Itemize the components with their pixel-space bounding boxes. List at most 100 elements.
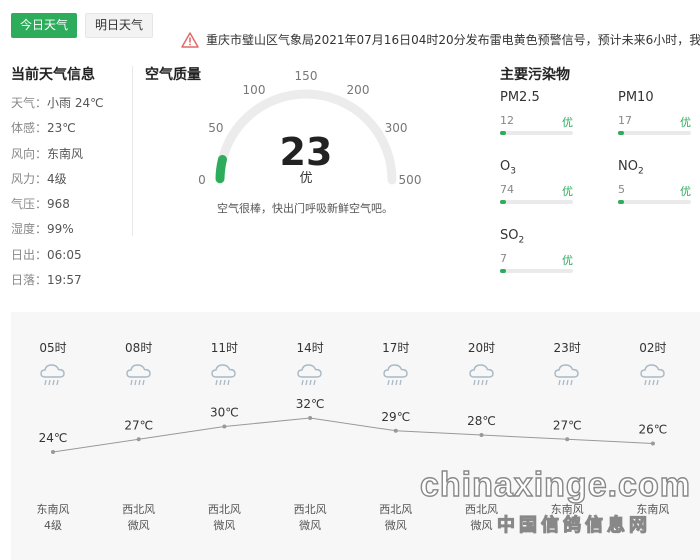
wind-level: 4级 <box>44 519 62 532</box>
info-key: 风向： <box>11 146 48 161</box>
hour-wind: 西北风 微风 <box>94 502 184 534</box>
hour-time: 17时 <box>382 341 410 355</box>
pollutant-bar <box>500 131 573 135</box>
wind-level: 微风 <box>213 519 236 532</box>
temperature-point <box>51 450 55 454</box>
pollutant-item: PM2.5 12 优 <box>500 90 573 135</box>
air-quality-title: 空气质量 <box>145 67 201 83</box>
gauge-scale-label: 300 <box>385 121 408 135</box>
info-row: 湿度：99% <box>11 221 104 246</box>
hour-time: 20时 <box>467 341 496 355</box>
pollutant-bar <box>618 200 691 204</box>
hour-time: 05时 <box>39 341 67 355</box>
pollutant-item: SO2 7 优 <box>500 228 573 273</box>
info-value: 06:05 <box>47 247 82 262</box>
info-value: 4级 <box>47 171 67 186</box>
rain-cloud-icon <box>125 364 151 386</box>
wind-level: 微风 <box>384 519 407 532</box>
hour-time: 23时 <box>553 341 581 355</box>
gauge-scale-label: 100 <box>243 83 266 97</box>
pollutant-bar-fill <box>618 200 624 204</box>
pollutant-value: 7 <box>500 252 507 265</box>
info-row: 日出：06:05 <box>11 247 104 272</box>
temperature-label: 24℃ <box>39 431 68 445</box>
info-value: 东南风 <box>47 146 84 161</box>
temperature-point <box>479 433 484 437</box>
hour-wind: 东南风 4级 <box>8 502 98 534</box>
warning-triangle-icon <box>181 31 199 48</box>
info-value: 小雨 24℃ <box>47 96 104 110</box>
temperature-label: 30℃ <box>210 406 239 420</box>
temperature-label: 27℃ <box>553 418 582 432</box>
pollutant-value: 17 <box>618 114 632 127</box>
pollutant-level: 优 <box>680 116 691 129</box>
tab-tomorrow[interactable]: 明日天气 <box>85 13 154 38</box>
gauge-fill <box>215 154 227 184</box>
pollutant-value: 12 <box>500 114 514 127</box>
info-row: 风向：东南风 <box>11 146 104 171</box>
temperature-label: 32℃ <box>296 397 325 411</box>
info-key: 风力： <box>11 171 48 186</box>
pollutant-bar <box>618 131 691 135</box>
pollutant-value: 74 <box>500 183 514 196</box>
aqi-gauge: 0 50 100 150 200 300 500 23优 <box>198 70 422 187</box>
info-row: 风力：4级 <box>11 171 104 196</box>
watermark-cn: 中国信鸽信息网 <box>497 515 651 537</box>
info-row: 天气：小雨 24℃ <box>11 95 104 120</box>
info-row: 体感：23℃ <box>11 120 104 145</box>
pollutant-bar <box>500 269 573 273</box>
aqi-level: 优 <box>299 171 312 186</box>
pollutant-value: 5 <box>618 183 625 196</box>
info-row: 气压：968 <box>11 196 104 221</box>
wind-level: 微风 <box>299 519 322 532</box>
tab-today[interactable]: 今日天气 <box>11 13 78 38</box>
gauge-scale-label: 0 <box>198 173 206 187</box>
rain-cloud-icon <box>554 364 579 386</box>
info-key: 湿度： <box>11 222 48 237</box>
rain-cloud-icon <box>640 364 665 386</box>
current-weather-title: 当前天气信息 <box>11 67 95 83</box>
current-weather-list: 天气：小雨 24℃ 体感：23℃ 风向：东南风 风力：4级 气压：968 湿度：99% 日出… <box>11 95 104 297</box>
info-value: 968 <box>47 197 70 212</box>
temperature-label: 26℃ <box>639 423 668 437</box>
pollutant-item: PM10 17 优 <box>618 90 691 135</box>
gauge-scale-label: 200 <box>347 83 370 97</box>
info-value: 19:57 <box>47 273 82 288</box>
hour-time: 02时 <box>639 341 667 355</box>
gauge-scale-label: 500 <box>399 173 422 187</box>
pollutant-item: O3 74 优 <box>500 159 573 204</box>
info-key: 天气： <box>11 96 48 110</box>
weather-alert[interactable]: 重庆市璧山区气象局2021年07月16日04时20分发布雷电黄色预警信号，预计未… <box>181 31 700 48</box>
info-key: 日落： <box>11 273 48 288</box>
pollutant-bar-fill <box>500 131 506 135</box>
pollutant-item: NO2 5 优 <box>618 159 691 204</box>
pollutant-name: NO2 <box>618 159 644 177</box>
temperature-point <box>393 428 398 433</box>
hour-time: 14时 <box>296 341 324 355</box>
wind-direction: 西北风 <box>207 503 241 516</box>
gauge-scale-label: 50 <box>208 121 223 135</box>
rain-cloud-icon <box>40 364 65 386</box>
pollutants-title: 主要污染物 <box>500 67 570 83</box>
day-tabs: 今日天气 明日天气 <box>11 13 154 38</box>
hour-time: 08时 <box>125 341 153 355</box>
rain-cloud-icon <box>297 364 322 386</box>
temperature-label: 28℃ <box>467 414 496 428</box>
wind-direction: 西北风 <box>122 503 156 516</box>
wind-direction: 东南风 <box>36 503 70 516</box>
pollutant-level: 优 <box>562 185 573 198</box>
pollutant-name: SO2 <box>500 228 525 246</box>
temperature-point <box>650 441 655 446</box>
hour-wind: 西北风 微风 <box>351 502 441 534</box>
info-row: 日落：19:57 <box>11 272 104 297</box>
hour-wind: 西北风 微风 <box>179 502 269 534</box>
info-value: 99% <box>47 222 74 237</box>
pollutant-name: PM10 <box>618 90 654 105</box>
temperature-point <box>222 424 227 429</box>
info-key: 体感： <box>11 121 48 136</box>
pollutant-bar-fill <box>618 131 624 135</box>
temperature-point <box>136 437 141 442</box>
wind-level: 微风 <box>127 519 150 532</box>
pollutant-name: O3 <box>500 159 516 177</box>
hour-time: 11时 <box>210 341 239 355</box>
